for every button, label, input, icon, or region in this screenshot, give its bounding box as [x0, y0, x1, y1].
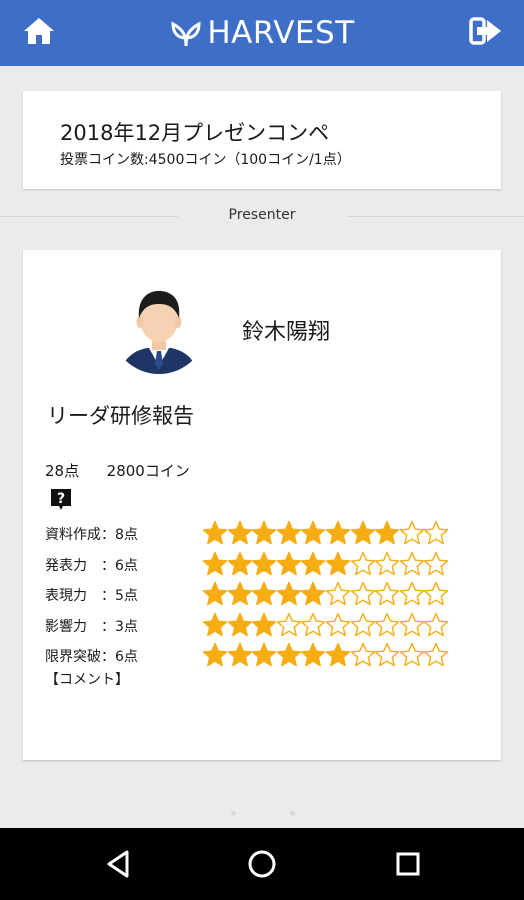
rating-row: 発表力 ：6点 — [45, 549, 475, 579]
rating-row: 資料作成：8点 — [45, 518, 475, 548]
star-filled-icon — [276, 520, 302, 545]
star-filled-icon — [227, 642, 252, 667]
star-empty-icon — [325, 581, 351, 606]
star-empty-icon — [424, 581, 449, 606]
page-dot — [290, 811, 295, 816]
star-filled-icon — [276, 551, 302, 575]
sprout-icon — [171, 21, 201, 47]
star-empty-icon — [424, 551, 449, 575]
system-nav-bar — [0, 828, 524, 900]
section-label: Presenter — [228, 207, 296, 223]
page-dot — [231, 811, 236, 816]
rating-row: 影響力 ：3点 — [45, 610, 475, 640]
star-empty-icon — [374, 612, 400, 636]
star-filled-icon — [350, 520, 375, 545]
rating-label: 限界突破：6点 — [45, 649, 138, 665]
rating-label: 発表力 ：6点 — [45, 557, 138, 574]
star-filled-icon — [251, 520, 277, 545]
star-filled-icon — [276, 642, 302, 667]
star-empty-icon — [399, 642, 425, 667]
talk-title: リーダ研修報告 — [47, 404, 194, 428]
star-filled-icon — [202, 551, 228, 575]
rating-row: 表現力 ：5点 — [45, 579, 475, 609]
help-button[interactable]: ? — [49, 487, 73, 511]
recents-icon — [396, 852, 420, 876]
star-empty-icon — [399, 612, 425, 636]
home-icon — [24, 18, 54, 44]
star-empty-icon — [374, 551, 400, 575]
star-filled-icon — [325, 551, 351, 575]
star-filled-icon — [251, 612, 277, 636]
star-empty-icon — [350, 551, 375, 575]
brand-name: HARVEST — [207, 15, 355, 51]
star-filled-icon — [202, 642, 228, 667]
star-filled-icon — [374, 520, 400, 545]
star-empty-icon — [424, 612, 449, 636]
logout-icon — [469, 17, 501, 45]
home-nav-button[interactable] — [244, 846, 280, 882]
brand-logo: HARVEST — [169, 15, 354, 51]
star-filled-icon — [301, 520, 326, 545]
total-coins: 2800コイン — [106, 462, 190, 480]
total-points: 28点 — [45, 462, 80, 480]
star-empty-icon — [424, 520, 449, 545]
back-icon — [107, 850, 129, 878]
star-empty-icon — [399, 520, 425, 545]
star-empty-icon — [374, 642, 400, 667]
recents-button[interactable] — [390, 846, 426, 882]
star-filled-icon — [227, 551, 252, 575]
star-empty-icon — [276, 612, 302, 636]
section-divider: Presenter — [0, 203, 524, 229]
person-avatar-icon — [121, 290, 197, 374]
logout-button[interactable] — [468, 14, 504, 48]
star-filled-icon — [227, 612, 252, 636]
star-filled-icon — [251, 642, 277, 667]
rating-label: 資料作成：8点 — [45, 527, 138, 543]
presenter-card: 鈴木陽翔 リーダ研修報告 28点 2800コイン ? 資料作成：8点 発表力 ：6… — [23, 250, 501, 760]
star-filled-icon — [227, 581, 252, 606]
score-summary: 28点 2800コイン — [45, 460, 190, 481]
star-filled-icon — [251, 581, 277, 606]
comment-label: 【コメント】 — [45, 672, 129, 688]
star-empty-icon — [374, 581, 400, 606]
question-icon: ? — [51, 489, 71, 510]
star-filled-icon — [325, 642, 351, 667]
star-filled-icon — [325, 520, 351, 545]
event-title: 2018年12月プレゼンコンペ — [60, 121, 330, 145]
star-filled-icon — [301, 581, 326, 606]
star-empty-icon — [350, 642, 375, 667]
event-vote-coins: 投票コイン数:4500コイン（100コイン/1点） — [60, 152, 351, 168]
star-filled-icon — [251, 551, 277, 575]
star-empty-icon — [350, 581, 375, 606]
divider-line-right — [348, 216, 524, 217]
star-filled-icon — [301, 642, 326, 667]
rating-row: 限界突破：6点 — [45, 640, 475, 670]
star-filled-icon — [276, 581, 302, 606]
star-empty-icon — [325, 612, 351, 636]
star-filled-icon — [202, 520, 228, 545]
avatar — [111, 278, 207, 374]
back-button[interactable] — [100, 846, 136, 882]
star-empty-icon — [399, 581, 425, 606]
star-filled-icon — [227, 520, 252, 545]
app-header: HARVEST — [0, 0, 524, 66]
star-filled-icon — [202, 612, 228, 636]
star-empty-icon — [350, 612, 375, 636]
star-empty-icon — [301, 612, 326, 636]
presenter-name: 鈴木陽翔 — [242, 320, 331, 345]
event-card: 2018年12月プレゼンコンペ 投票コイン数:4500コイン（100コイン/1点… — [23, 91, 501, 189]
home-circle-icon — [248, 850, 276, 878]
home-button[interactable] — [22, 14, 56, 48]
star-empty-icon — [399, 551, 425, 575]
rating-label: 影響力 ：3点 — [45, 618, 138, 635]
svg-text:?: ? — [57, 491, 65, 507]
rating-label: 表現力 ：5点 — [45, 588, 138, 604]
star-filled-icon — [301, 551, 326, 575]
page-indicator — [0, 809, 524, 819]
star-empty-icon — [424, 642, 449, 667]
star-filled-icon — [202, 581, 228, 606]
